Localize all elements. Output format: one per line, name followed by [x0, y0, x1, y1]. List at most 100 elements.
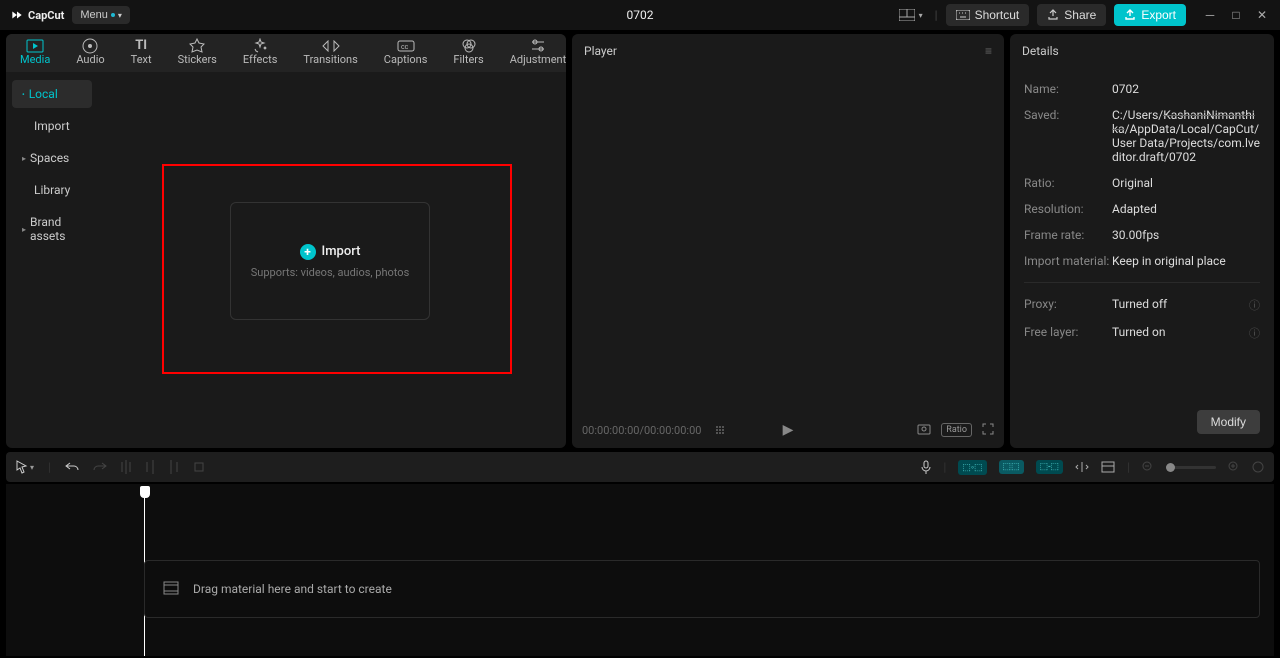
player-panel: Player ≡ 00:00:00:00 / 00:00:00:00 ▶ Rat… — [572, 34, 1004, 448]
tab-effects[interactable]: Effects — [239, 34, 282, 72]
chevron-down-icon: ▾ — [118, 11, 122, 20]
playhead-handle[interactable] — [140, 486, 150, 498]
captions-icon: cc — [397, 38, 415, 54]
zoom-in-button[interactable] — [1228, 461, 1240, 473]
detail-freelayer-value: Turned onⓘ — [1112, 325, 1260, 341]
delete-right-button[interactable] — [169, 460, 179, 474]
tab-stickers[interactable]: Stickers — [174, 34, 221, 72]
layout-button[interactable]: ▾ — [895, 5, 927, 25]
selection-tool[interactable]: ▾ — [16, 460, 34, 474]
tab-captions[interactable]: cc Captions — [380, 34, 432, 72]
sidebar-library[interactable]: Library — [12, 176, 92, 204]
unsaved-dot-icon — [111, 13, 115, 17]
transitions-icon — [322, 38, 340, 54]
modify-button[interactable]: Modify — [1197, 410, 1260, 434]
export-button[interactable]: Export — [1114, 4, 1186, 26]
time-current: 00:00:00:00 — [582, 424, 639, 437]
sidebar-import[interactable]: Import — [12, 112, 92, 140]
main-track[interactable]: Drag material here and start to create — [144, 560, 1260, 618]
minimize-button[interactable]: ─ — [1202, 8, 1218, 22]
preview-axis-button[interactable] — [1075, 461, 1089, 473]
share-button[interactable]: Share — [1037, 4, 1106, 26]
fullscreen-icon[interactable] — [982, 423, 994, 438]
media-sidebar: •Local Import ▸Spaces Library ▸Brand ass… — [6, 72, 98, 448]
cover-button[interactable] — [1101, 461, 1115, 473]
grid-dots-icon[interactable] — [715, 425, 725, 435]
tab-text[interactable]: TI Text — [127, 34, 156, 72]
chevron-down-icon: ▾ — [919, 11, 923, 20]
detail-proxy-value: Turned offⓘ — [1112, 297, 1260, 313]
detail-ratio-key: Ratio: — [1024, 176, 1112, 190]
auto-snap[interactable]: ⬚⬚ — [999, 460, 1024, 474]
import-area: + Import Supports: videos, audios, photo… — [98, 72, 566, 448]
media-panel: Media Audio TI Text Stickers Effects Tra… — [6, 34, 566, 448]
delete-left-button[interactable] — [145, 460, 155, 474]
timeline-hint: Drag material here and start to create — [193, 582, 392, 596]
detail-ratio-value: Original — [1112, 176, 1260, 190]
audio-icon — [82, 38, 98, 54]
effects-icon — [252, 38, 268, 54]
undo-button[interactable] — [65, 461, 79, 473]
detail-importmat-key: Import material: — [1024, 254, 1112, 268]
details-panel: Details Name:0702 Saved:C:/Users/Kashani… — [1010, 34, 1274, 448]
sidebar-local[interactable]: •Local — [12, 80, 92, 108]
zoom-out-button[interactable] — [1142, 461, 1154, 473]
split-button[interactable] — [121, 460, 131, 474]
titlebar: CapCut Menu ▾ 0702 ▾ | Shortcut Share Ex… — [0, 0, 1280, 30]
category-tabs: Media Audio TI Text Stickers Effects Tra… — [6, 34, 566, 72]
crop-button[interactable] — [193, 461, 205, 473]
sidebar-brand-assets[interactable]: ▸Brand assets — [12, 208, 92, 250]
detail-importmat-value: Keep in original place — [1112, 254, 1260, 268]
redo-button[interactable] — [93, 461, 107, 473]
detail-resolution-value: Adapted — [1112, 202, 1260, 216]
microphone-button[interactable] — [921, 460, 931, 474]
plus-icon: + — [300, 244, 316, 260]
filmstrip-icon — [163, 581, 179, 598]
player-menu-icon[interactable]: ≡ — [985, 44, 992, 58]
timeline[interactable]: Drag material here and start to create — [6, 484, 1274, 656]
linkage[interactable]: ⬚-⬚ — [1036, 460, 1064, 474]
tab-transitions[interactable]: Transitions — [299, 34, 361, 72]
keyboard-icon — [956, 10, 970, 20]
maximize-button[interactable]: □ — [1228, 8, 1244, 22]
tab-adjustment[interactable]: Adjustment — [506, 34, 571, 72]
app-logo: CapCut — [10, 8, 64, 22]
time-total: 00:00:00:00 — [644, 424, 701, 437]
detail-resolution-key: Resolution: — [1024, 202, 1112, 216]
snapshot-icon[interactable] — [917, 423, 931, 438]
zoom-slider[interactable] — [1166, 466, 1216, 469]
export-icon — [1124, 9, 1136, 21]
info-icon[interactable]: ⓘ — [1249, 297, 1260, 313]
import-dropzone[interactable]: + Import Supports: videos, audios, photo… — [230, 202, 430, 320]
details-title: Details — [1022, 44, 1059, 58]
caret-right-icon: ▸ — [22, 154, 26, 163]
sidebar-spaces[interactable]: ▸Spaces — [12, 144, 92, 172]
timeline-toolbar: ▾ | | ⬚◦⬚ ⬚⬚ ⬚-⬚ | — [6, 452, 1274, 482]
caret-right-icon: ▸ — [22, 225, 26, 234]
zoom-fit-button[interactable] — [1252, 461, 1264, 473]
menu-button[interactable]: Menu ▾ — [72, 6, 130, 24]
adjustment-icon — [530, 38, 546, 54]
share-icon — [1047, 9, 1059, 21]
tab-media[interactable]: Media — [16, 34, 54, 72]
detail-saved-value: C:/Users/KashaniNimanthika/AppData/Local… — [1112, 108, 1260, 164]
close-button[interactable]: ✕ — [1254, 8, 1270, 22]
info-icon[interactable]: ⓘ — [1249, 325, 1260, 341]
tab-filters[interactable]: Filters — [449, 34, 487, 72]
detail-proxy-key: Proxy: — [1024, 297, 1112, 313]
detail-name-key: Name: — [1024, 82, 1112, 96]
player-stage[interactable] — [572, 68, 1004, 412]
chevron-right-icon: • — [22, 90, 25, 99]
play-button[interactable]: ▶ — [783, 422, 794, 438]
project-title: 0702 — [627, 8, 654, 22]
shortcut-button[interactable]: Shortcut — [946, 4, 1030, 26]
tab-audio[interactable]: Audio — [72, 34, 108, 72]
detail-saved-key: Saved: — [1024, 108, 1112, 164]
main-track-magnet[interactable]: ⬚◦⬚ — [958, 460, 986, 475]
filters-icon — [461, 38, 477, 54]
ratio-button[interactable]: Ratio — [941, 423, 972, 437]
media-icon — [26, 38, 44, 54]
import-label: Import — [322, 244, 361, 259]
stickers-icon — [189, 38, 205, 54]
detail-framerate-key: Frame rate: — [1024, 228, 1112, 242]
